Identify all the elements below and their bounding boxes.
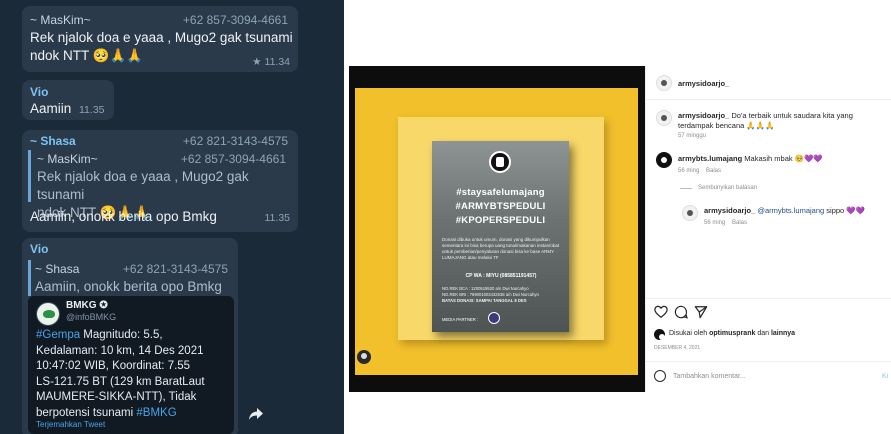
poster-contact: CP WA : MIYU (085851191457) <box>465 273 537 279</box>
post-caption: armysidoarjo_ Do'a terbaik untuk saudara… <box>678 111 853 130</box>
donation-poster: #staysafelumajang #ARMYBTSPEDULI #KPOPER… <box>432 141 569 332</box>
divider <box>646 298 891 299</box>
liked-by-text: Disukai oleh optimusprank dan lainnya <box>669 330 796 337</box>
quoted-text: Aamiin, onokk berita opo Bmkg <box>35 279 222 294</box>
quoted-phone: +62 857-3094-4661 <box>180 152 286 166</box>
share-send-icon[interactable] <box>694 305 708 319</box>
sender-phone: +62 821-3143-4575 <box>182 134 288 148</box>
liked-by-others-link[interactable]: lainnya <box>771 330 795 337</box>
tweet-handle: @infoBMKG <box>66 312 117 322</box>
liked-by-user-link[interactable]: optimusprank <box>709 330 755 337</box>
reply-link[interactable]: Balas <box>732 220 747 226</box>
comment-bubble-icon[interactable] <box>674 305 688 319</box>
caption-username[interactable]: armysidoarjo_ <box>678 111 729 120</box>
message-time: 11.35 <box>79 104 105 116</box>
like-heart-icon[interactable] <box>654 305 668 319</box>
poster-accounts: NO.REK BCA : 1200519520 a/n Dwi Nurcahyo… <box>442 286 539 303</box>
share-arrow-icon[interactable] <box>248 406 264 422</box>
comment-reply: armysidoarjo_ @armybts.lumajang sippo 💜💜 <box>704 206 865 215</box>
quoted-sender: ~ Shasa <box>35 262 80 276</box>
comment-input[interactable]: Tambahkan komentar... <box>673 373 746 380</box>
comment-time: 56 ming <box>678 168 700 174</box>
translate-tweet-link[interactable]: Terjemahkan Tweet <box>36 420 105 429</box>
media-partner-logo-icon <box>488 312 500 324</box>
sender-name: Vio <box>30 242 49 256</box>
telegram-chat: ~ MasKim~ +62 857-3094-4661 Rek njalok d… <box>0 0 344 434</box>
post-date: DESEMBER 4, 2021 <box>654 345 701 351</box>
message-text: Aamiin, onokk berita opo Bmkg <box>30 209 217 224</box>
message-bubble[interactable]: Vio Aamiin 11.35 <box>22 80 114 120</box>
comment-time: 56 ming <box>704 220 726 226</box>
sender-name: Vio <box>30 85 49 99</box>
emoji-icon[interactable] <box>654 370 666 382</box>
embedded-tweet[interactable]: BMKG ✪ @infoBMKG #Gempa Magnitudo: 5.5, … <box>28 296 234 434</box>
avatar[interactable] <box>682 205 698 221</box>
divider <box>646 99 891 100</box>
tweet-text: #Gempa Magnitudo: 5.5, Kedalaman: 10 km,… <box>36 329 205 419</box>
divider <box>680 188 692 189</box>
post-sidebar: armysidoarjo_ armysidoarjo_ Do'a terbaik… <box>645 66 891 392</box>
divider <box>646 361 891 362</box>
poster-hashtag: #ARMYBTSPEDULI <box>455 201 546 212</box>
hashtag-link[interactable]: #BMKG <box>136 407 176 419</box>
message-bubble[interactable]: ~ Shasa +62 821-3143-4575 ~ MasKim~ +62 … <box>22 130 298 232</box>
sender-name: ~ Shasa <box>30 134 76 148</box>
sender-phone: +62 857-3094-4661 <box>182 13 288 27</box>
mention-link[interactable]: @armybts.lumajang <box>757 206 824 215</box>
poster-hashtag: #KPOPERSPEDULI <box>455 215 546 226</box>
avatar[interactable] <box>656 152 672 168</box>
media-partner-label: MEDIA PARTNER : <box>442 317 479 322</box>
message-bubble[interactable]: ~ MasKim~ +62 857-3094-4661 Rek njalok d… <box>22 6 298 72</box>
avatar[interactable] <box>656 75 672 91</box>
tagged-user-icon[interactable] <box>357 350 371 364</box>
hashtag-link[interactable]: #Gempa <box>36 329 80 341</box>
post-media[interactable]: #staysafelumajang #ARMYBTSPEDULI #KPOPER… <box>349 66 645 392</box>
quoted-phone: +62 821-3143-4575 <box>122 262 228 276</box>
message-text: Aamiin <box>30 101 72 116</box>
comment: armybts.lumajang Makasih mbak 🥺💜💜 <box>678 154 823 163</box>
message-time: 11.35 <box>264 212 291 224</box>
hide-replies-link[interactable]: Sembunyikan balasan <box>698 185 757 191</box>
avatar <box>654 329 665 340</box>
quoted-message[interactable]: ~ Shasa +62 821-3143-4575 Aamiin, onokk … <box>28 260 232 296</box>
tweet-author: BMKG ✪ <box>66 300 108 311</box>
post-comment-button[interactable]: Ki <box>882 373 888 380</box>
quoted-sender: ~ MasKim~ <box>37 152 98 166</box>
bmkg-avatar <box>36 302 60 326</box>
army-logo-icon <box>489 151 511 173</box>
post-author[interactable]: armysidoarjo_ <box>678 79 729 88</box>
poster-body: Donasi dibuka untuk umum, donasi yang di… <box>442 237 560 260</box>
reply-link[interactable]: Balas <box>706 168 721 174</box>
comment-username[interactable]: armysidoarjo_ <box>704 206 755 215</box>
sender-name: ~ MasKim~ <box>30 13 91 27</box>
avatar[interactable] <box>656 110 672 126</box>
quoted-message[interactable]: ~ MasKim~ +62 857-3094-4661 Rek njalok d… <box>28 150 290 220</box>
poster-hashtag: #staysafelumajang <box>456 187 545 198</box>
caption-time: 57 minggu <box>678 133 707 139</box>
comment-username[interactable]: armybts.lumajang <box>678 154 742 163</box>
message-time: ★ 11.34 <box>252 56 290 68</box>
instagram-post: #staysafelumajang #ARMYBTSPEDULI #KPOPER… <box>349 66 891 392</box>
